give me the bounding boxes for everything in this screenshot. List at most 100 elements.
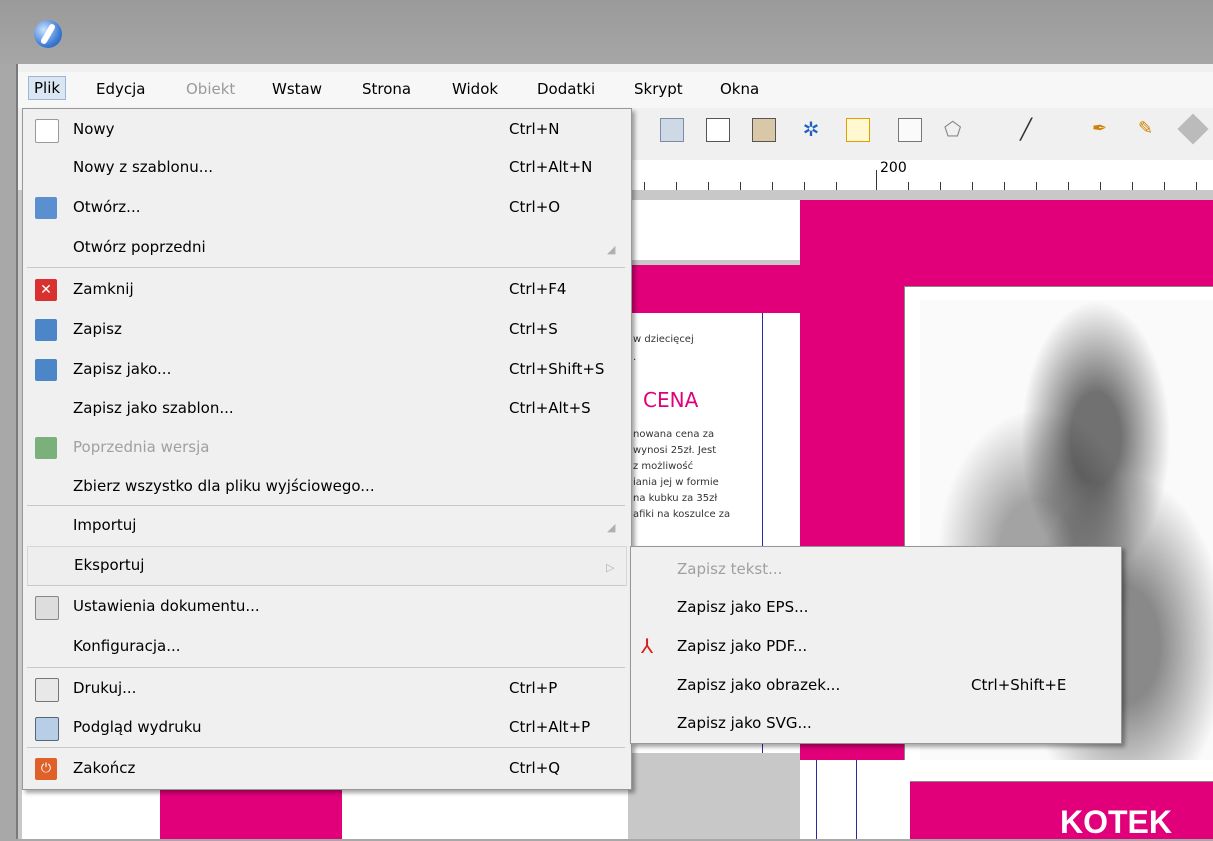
menu-item-otworz[interactable]: Otwórz... Ctrl+O — [23, 189, 631, 227]
doc-text-line: afiki na koszulce za — [633, 509, 731, 520]
doc-text-line: iania jej w formie — [633, 477, 719, 488]
menu-item-zamknij[interactable]: ✕ Zamknij Ctrl+F4 — [23, 271, 631, 309]
guide-line-2 — [856, 760, 857, 839]
submenu-item-zapisz-svg[interactable]: Zapisz jako SVG... — [631, 705, 1121, 743]
select-tool-icon[interactable] — [660, 118, 684, 142]
render-frame-icon[interactable]: ✲ — [800, 118, 822, 140]
menu-item-label: Eksportuj — [74, 556, 145, 574]
menu-widok[interactable]: Widok — [452, 78, 498, 100]
menu-edycja[interactable]: Edycja — [96, 78, 145, 100]
menu-item-konfiguracja[interactable]: Konfiguracja... — [23, 628, 631, 666]
submenu-item-zapisz-eps[interactable]: Zapisz jako EPS... — [631, 589, 1121, 627]
document-settings-icon — [35, 596, 59, 620]
pdf-icon: ⅄ — [641, 634, 654, 658]
guide-line-1 — [816, 760, 817, 839]
menu-item-zakoncz[interactable]: ⏻ Zakończ Ctrl+Q — [23, 750, 631, 788]
menu-item-shortcut: Ctrl+P — [509, 679, 558, 697]
menu-separator — [27, 585, 625, 586]
bezier-icon[interactable]: ✒ — [1092, 118, 1114, 140]
menu-item-otworz-poprzedni[interactable]: Otwórz poprzedni ◢ — [23, 229, 631, 267]
menu-item-label: Drukuj... — [73, 679, 137, 697]
menu-item-shortcut: Ctrl+Shift+S — [509, 360, 605, 378]
submenu-arrow-icon: ◢ — [607, 521, 616, 534]
menu-item-label: Zapisz tekst... — [677, 560, 783, 578]
app-logo-icon — [34, 20, 62, 48]
doc-heading: CENA — [643, 388, 699, 412]
submenu-item-zapisz-pdf[interactable]: ⅄ Zapisz jako PDF... — [631, 628, 1121, 666]
menu-item-shortcut: Ctrl+F4 — [509, 280, 567, 298]
menu-item-label: Nowy — [73, 120, 115, 138]
left-margin-area — [22, 788, 160, 839]
doc-text-line: . — [633, 352, 637, 363]
menu-item-label: Zapisz jako PDF... — [677, 637, 808, 655]
menu-item-label: Zapisz jako EPS... — [677, 598, 809, 616]
table-icon[interactable] — [846, 118, 870, 142]
menu-item-label: Zapisz jako szablon... — [73, 399, 234, 417]
new-document-icon — [35, 119, 59, 143]
menu-item-ustawienia-dokumentu[interactable]: Ustawienia dokumentu... — [23, 588, 631, 626]
menu-item-nowy-z-szablonu[interactable]: Nowy z szablonu... Ctrl+Alt+N — [23, 149, 631, 187]
menu-dodatki[interactable]: Dodatki — [537, 78, 595, 100]
save-as-icon — [35, 359, 57, 381]
menu-item-label: Zapisz — [73, 320, 122, 338]
menu-okna[interactable]: Okna — [720, 78, 759, 100]
exit-icon: ⏻ — [35, 758, 57, 780]
menu-obiekt: Obiekt — [186, 80, 236, 98]
menu-item-poprzednia-wersja: Poprzednia wersja — [23, 429, 631, 467]
print-icon — [35, 678, 59, 702]
menu-item-zapisz[interactable]: Zapisz Ctrl+S — [23, 311, 631, 349]
menu-separator — [27, 267, 625, 268]
doc-text-line: w dziecięcej — [633, 334, 694, 345]
menu-item-shortcut: Ctrl+Q — [509, 759, 561, 777]
menu-item-label: Zbierz wszystko dla pliku wyjściowego... — [73, 477, 375, 495]
page-header-area — [630, 200, 800, 260]
pink-footer-left — [160, 788, 342, 839]
pink-band — [630, 265, 800, 313]
line-icon[interactable]: ╱ — [1020, 118, 1042, 140]
menu-strona[interactable]: Strona — [362, 78, 411, 100]
menu-item-eksportuj[interactable]: Eksportuj ▷ — [27, 546, 627, 586]
kotek-title: KOTEK — [1060, 804, 1172, 840]
menu-item-shortcut: Ctrl+Shift+E — [971, 676, 1067, 694]
menu-item-nowy[interactable]: Nowy Ctrl+N — [23, 111, 631, 149]
menu-separator — [27, 505, 625, 506]
menu-separator — [27, 747, 625, 748]
menu-item-drukuj[interactable]: Drukuj... Ctrl+P — [23, 670, 631, 708]
menu-item-shortcut: Ctrl+Alt+P — [509, 718, 591, 736]
doc-text-line: na kubku za 35zł — [633, 493, 718, 504]
rectangle-icon[interactable] — [898, 118, 922, 142]
doc-text-line: wynosi 25zł. Jest — [633, 445, 717, 456]
menu-item-shortcut: Ctrl+Alt+N — [509, 158, 593, 176]
doc-text-line: z możliwość — [633, 461, 694, 472]
menu-item-zapisz-jako[interactable]: Zapisz jako... Ctrl+Shift+S — [23, 351, 631, 389]
menu-skrypt[interactable]: Skrypt — [634, 78, 683, 100]
submenu-item-zapisz-tekst: Zapisz tekst... — [631, 551, 1121, 589]
menu-item-shortcut: Ctrl+Alt+S — [509, 399, 591, 417]
file-menu-dropdown: Nowy Ctrl+N Nowy z szablonu... Ctrl+Alt+… — [22, 108, 632, 790]
menu-item-label: Otwórz... — [73, 198, 141, 216]
freehand-icon[interactable]: ✎ — [1138, 118, 1160, 140]
submenu-arrow-icon: ▷ — [606, 561, 615, 574]
menu-wstaw[interactable]: Wstaw — [272, 78, 322, 100]
illustration-strip — [342, 788, 628, 839]
menu-item-label: Zapisz jako... — [73, 360, 172, 378]
menu-separator — [27, 667, 625, 668]
menu-item-zapisz-jako-szablon[interactable]: Zapisz jako szablon... Ctrl+Alt+S — [23, 390, 631, 428]
menu-item-shortcut: Ctrl+N — [509, 120, 560, 138]
menu-item-label: Zapisz jako obrazek... — [677, 676, 841, 694]
open-folder-icon — [35, 197, 57, 219]
submenu-item-zapisz-obrazek[interactable]: Zapisz jako obrazek... Ctrl+Shift+E — [631, 667, 1121, 705]
horizontal-ruler — [630, 160, 1213, 191]
menu-plik[interactable]: Plik — [28, 76, 67, 100]
menu-item-shortcut: Ctrl+S — [509, 320, 558, 338]
ruler-label: 200 — [880, 160, 907, 176]
menu-item-importuj[interactable]: Importuj ◢ — [23, 507, 631, 545]
polygon-icon[interactable]: ⬠ — [944, 118, 966, 140]
image-frame-icon[interactable] — [752, 118, 776, 142]
menu-item-zbierz-wszystko[interactable]: Zbierz wszystko dla pliku wyjściowego... — [23, 468, 631, 506]
text-frame-icon[interactable] — [706, 118, 730, 142]
menu-item-podglad-wydruku[interactable]: Podgląd wydruku Ctrl+Alt+P — [23, 709, 631, 747]
menu-item-label: Ustawienia dokumentu... — [73, 597, 260, 615]
close-icon: ✕ — [35, 279, 57, 301]
menu-item-label: Importuj — [73, 516, 137, 534]
